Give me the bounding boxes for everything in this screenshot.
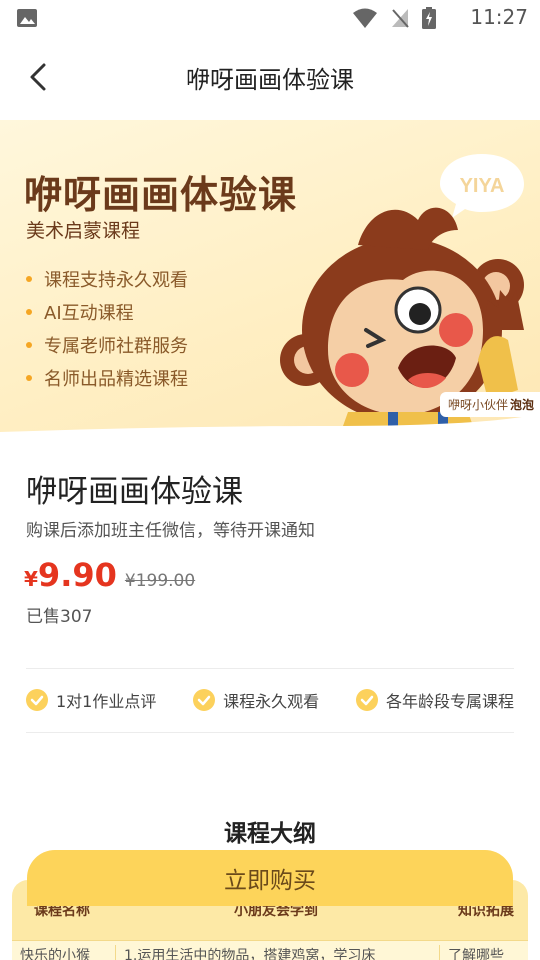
banner-title: 咿呀画画体验课 [24,173,298,217]
course-description: 购课后添加班主任微信，等待开课通知 [26,521,315,541]
course-title: 咿呀画画体验课 [26,474,243,510]
clock: 11:27 [470,5,528,29]
bullet-dot [26,341,32,348]
banner-bullet: 课程支持永久观看 [26,262,188,295]
banner-subtitle: 美术启蒙课程 [26,220,141,242]
check-circle-icon [193,689,216,711]
table-cell: 了解哪些 [448,948,504,960]
check-circle-icon [355,689,378,711]
table-cell: 快乐的小猴 [12,945,116,960]
banner-bullet: 专属老师社群服务 [26,328,188,361]
bullet-dot [26,374,32,381]
bullet-dot [26,308,32,315]
check-circle-icon [26,689,48,711]
buy-now-label: 立即购买 [224,868,316,894]
gallery-icon [17,9,37,27]
table-cell: 1.运用生活中的物品，搭建鸡窝，学习床 [116,945,440,960]
feature-item: 课程永久观看 [193,688,319,712]
banner-wave-edge [0,414,540,440]
nav-bar: 咿呀画画体验课 [0,36,540,120]
battery-charging-icon [422,7,436,29]
banner-bullet-text: 名师出品精选课程 [44,368,188,390]
feature-label: 课程永久观看 [223,692,320,711]
current-price: 9.90 [37,556,117,594]
feature-item: 1对1作业点评 [26,688,156,712]
banner-bullet: 名师出品精选课程 [26,361,188,394]
table-row: 快乐的小猴 1.运用生活中的物品，搭建鸡窝，学习床 了解哪些 [12,940,528,960]
divider [26,732,514,733]
feature-label: 1对1作业点评 [56,692,157,711]
banner-bullet-text: AI互动课程 [44,302,134,324]
bullet-dot [26,275,32,282]
price-block: ¥ 9.90 ¥199.00 [24,556,195,594]
mascot-name: 泡泡 [509,398,534,412]
banner-bullet-list: 课程支持永久观看 AI互动课程 专属老师社群服务 名师出品精选课程 [26,262,188,394]
buy-now-button[interactable]: 立即购买 [27,850,513,906]
no-signal-icon [392,9,409,28]
banner-bullet-text: 课程支持永久观看 [44,269,188,291]
divider [26,668,514,669]
outline-title: 课程大纲 [224,821,316,847]
caption-prefix: 咿呀小伙伴 [447,398,508,412]
original-price: ¥199.00 [124,571,196,591]
sold-count: 已售307 [26,607,93,627]
feature-label: 各年龄段专属课程 [385,692,514,711]
banner-bullet-text: 专属老师社群服务 [44,335,188,357]
currency-symbol: ¥ [24,567,38,591]
banner-bullet: AI互动课程 [26,295,188,328]
page-title: 咿呀画画体验课 [186,66,354,94]
wifi-icon [353,8,377,28]
feature-item: 各年龄段专属课程 [355,688,514,712]
course-banner: 咿呀画画体验课 美术启蒙课程 课程支持永久观看 AI互动课程 专属老师社群服务 … [0,120,540,440]
status-bar: 11:27 [0,0,540,36]
status-icons [352,7,436,29]
feature-list: 1对1作业点评 课程永久观看 各年龄段专属课程 [26,670,514,730]
